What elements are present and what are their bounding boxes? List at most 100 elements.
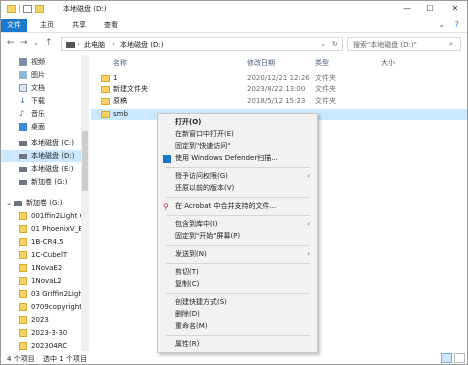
menu-open[interactable]: 打开(O): [158, 117, 317, 128]
up-button[interactable]: ↑: [45, 38, 53, 48]
menu-send-to[interactable]: 发送到(N) ›: [158, 249, 317, 260]
nav-folder[interactable]: 03 Griffin2Light: [1, 288, 86, 300]
tab-file[interactable]: 文件: [1, 19, 27, 32]
menu-delete[interactable]: 删除(D): [158, 309, 317, 320]
menu-label: 固定到"快速访问": [175, 142, 231, 150]
nav-item-downloads[interactable]: ↓ 下载: [1, 95, 81, 107]
submenu-arrow-icon: ›: [307, 250, 310, 258]
file-row[interactable]: 新建文件夹 2023/8/22 13:00 文件夹: [91, 84, 467, 95]
menu-include-library[interactable]: 包含到库中(I) ›: [158, 219, 317, 230]
nav-folder[interactable]: 202304RC: [1, 340, 81, 351]
menu-defender-scan[interactable]: 使用 Windows Defender扫描...: [158, 153, 317, 164]
menu-copy[interactable]: 复制(C): [158, 279, 317, 290]
file-name: 原稿: [113, 97, 127, 105]
menu-pin-start[interactable]: 固定到"开始"屏幕(P): [158, 231, 317, 242]
explorer-window: 本地磁盘 (D:) — ☐ ✕ 文件 主页 共享 查看 ⌄ ? ← → ⌄ ↑ …: [0, 0, 468, 365]
properties-icon[interactable]: [23, 5, 32, 13]
file-row[interactable]: 1 2020/12/21 12:26 文件夹: [91, 73, 467, 84]
large-icons-view-icon[interactable]: [454, 353, 465, 363]
help-icon[interactable]: ?: [455, 20, 459, 29]
breadcrumb-this-pc[interactable]: 此电脑: [84, 40, 105, 50]
menu-label: 包含到库中(I): [175, 220, 218, 228]
column-type[interactable]: 类型: [315, 58, 329, 68]
breadcrumb-separator: ›: [77, 40, 80, 48]
nav-folder[interactable]: 01 PhoenixV_B: [1, 223, 83, 235]
breadcrumb-drive-d[interactable]: 本地磁盘 (D:): [120, 40, 163, 50]
column-size[interactable]: 大小: [381, 58, 395, 68]
nav-scrollbar[interactable]: [81, 55, 89, 351]
close-button[interactable]: ✕: [447, 3, 463, 15]
new-folder-icon[interactable]: [35, 5, 44, 13]
ribbon-tabs: 文件 主页 共享 查看 ⌄ ?: [1, 17, 467, 33]
nav-item-documents[interactable]: 文档: [1, 82, 81, 94]
nav-item-pictures[interactable]: 图片: [1, 69, 81, 81]
forward-button[interactable]: →: [20, 38, 28, 48]
nav-item-videos[interactable]: 视频: [1, 56, 81, 68]
file-date: 2023/8/22 13:00: [247, 85, 306, 93]
menu-give-access[interactable]: 授予访问权限(G) ›: [158, 171, 317, 182]
minimize-button[interactable]: —: [399, 3, 415, 15]
nav-folder[interactable]: 1NovaL2: [1, 275, 81, 287]
folder-icon: [19, 290, 27, 298]
nav-folder-label: 1C-CubelT: [31, 251, 68, 259]
file-type: 文件夹: [315, 74, 336, 82]
nav-item-music[interactable]: ♪ 音乐: [1, 108, 81, 120]
nav-folder[interactable]: 2023-3-30: [1, 327, 81, 339]
acrobat-icon: ⚲: [163, 202, 169, 211]
column-date[interactable]: 修改日期: [247, 58, 275, 68]
nav-item-drive-c[interactable]: 本地磁盘 (C:): [1, 137, 81, 149]
file-row[interactable]: 原稿 2018/5/12 15:23 文件夹: [91, 96, 467, 107]
drive-icon: [19, 167, 27, 172]
expand-ribbon-icon[interactable]: ⌄: [438, 20, 445, 29]
address-bar[interactable]: › 此电脑 › 本地磁盘 (D:) ⌄ ↻: [61, 37, 343, 51]
menu-acrobat-combine[interactable]: ⚲ 在 Acrobat 中合并支持的文件...: [158, 201, 317, 212]
tab-home[interactable]: 主页: [35, 19, 59, 32]
folder-icon: [19, 238, 27, 246]
menu-label: 删除(D): [175, 310, 200, 318]
menu-cut[interactable]: 剪切(T): [158, 267, 317, 278]
address-dropdown-icon[interactable]: ⌄: [320, 40, 326, 48]
menu-restore-versions[interactable]: 还原以前的版本(V): [158, 183, 317, 194]
back-button[interactable]: ←: [7, 38, 15, 48]
refresh-icon[interactable]: ↻: [332, 40, 338, 48]
details-view-icon[interactable]: [441, 353, 452, 363]
nav-folder-label: 202304RC: [31, 342, 68, 350]
nav-folder[interactable]: 2023: [1, 314, 81, 326]
nav-item-drive-g-expanded[interactable]: ⌄ 新加卷 (G:): [1, 197, 81, 209]
menu-open-new-window[interactable]: 在新窗口中打开(E): [158, 129, 317, 140]
menu-label: 使用 Windows Defender扫描...: [175, 154, 278, 162]
nav-item-desktop[interactable]: 桌面: [1, 121, 81, 133]
recent-locations-button[interactable]: ⌄: [33, 39, 39, 47]
nav-folder[interactable]: 1C-CubelT: [1, 249, 81, 261]
title-bar: 本地磁盘 (D:) — ☐ ✕: [1, 1, 467, 17]
maximize-button[interactable]: ☐: [422, 3, 438, 15]
nav-folder[interactable]: 1B-CR4.5: [1, 236, 81, 248]
search-icon: ⌕: [449, 40, 453, 48]
nav-folder-label: 1NovaL2: [31, 277, 62, 285]
nav-folder[interactable]: 1NovaE2: [1, 262, 81, 274]
window-title: 本地磁盘 (D:): [63, 5, 107, 13]
drive-icon: [66, 42, 75, 48]
tab-view[interactable]: 查看: [99, 19, 123, 32]
nav-item-drive-d[interactable]: 本地磁盘 (D:): [1, 150, 81, 162]
chevron-down-icon[interactable]: ⌄: [6, 197, 12, 209]
search-box[interactable]: 搜索"本地磁盘 (D:)" ⌕: [347, 37, 461, 51]
nav-item-drive-e[interactable]: 本地磁盘 (E:): [1, 163, 81, 175]
menu-properties[interactable]: 属性(R): [158, 339, 317, 350]
nav-folder[interactable]: 001ffin2Light G: [1, 210, 85, 222]
menu-create-shortcut[interactable]: 创建快捷方式(S): [158, 297, 317, 308]
menu-rename[interactable]: 重命名(M): [158, 321, 317, 332]
folder-icon: [19, 264, 27, 272]
menu-pin-quick-access[interactable]: 固定到"快速访问": [158, 141, 317, 152]
column-name[interactable]: 名称: [113, 58, 127, 68]
drive-icon: [14, 201, 22, 206]
menu-label: 复制(C): [175, 280, 200, 288]
nav-item-drive-g[interactable]: 新加卷 (G:): [1, 176, 81, 188]
nav-scrollbar-thumb[interactable]: [82, 131, 88, 191]
nav-folder[interactable]: 0709copyright: [1, 301, 82, 313]
tab-share[interactable]: 共享: [67, 19, 91, 32]
drive-icon: [19, 154, 27, 159]
drive-icon: [19, 141, 27, 146]
menu-label: 属性(R): [175, 340, 200, 348]
search-input[interactable]: 搜索"本地磁盘 (D:)": [353, 40, 417, 50]
